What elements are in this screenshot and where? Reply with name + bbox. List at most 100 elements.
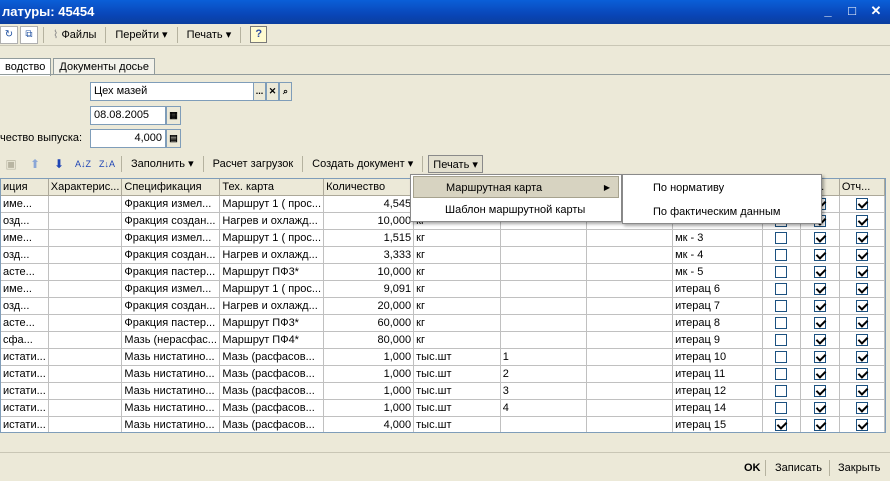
table-cell[interactable] — [48, 297, 123, 315]
table-cell[interactable]: 1,000 — [323, 348, 415, 366]
checkbox[interactable] — [775, 265, 788, 278]
move-down-icon[interactable]: ⬇ — [50, 155, 68, 173]
table-cell[interactable]: Нагрев и охлажд... — [219, 246, 325, 264]
table-cell[interactable]: Мазь нистатино... — [121, 416, 221, 432]
table-cell[interactable]: 10,000 — [323, 212, 415, 230]
table-cell[interactable]: Фракция пастер... — [121, 314, 221, 332]
table-cell[interactable]: кг — [413, 229, 501, 247]
checkbox[interactable] — [775, 401, 788, 414]
calendar-icon[interactable]: ▦ — [166, 106, 181, 125]
create-document-button[interactable]: Создать документ ▾ — [308, 155, 417, 173]
table-cell[interactable]: Нагрев и охлажд... — [219, 297, 325, 315]
table-cell[interactable]: истати... — [1, 382, 49, 400]
tab-dossier-documents[interactable]: Документы досье — [53, 58, 156, 75]
table-cell[interactable]: Фракция измел... — [121, 280, 221, 298]
table-cell[interactable]: Маршрут ПФ3* — [219, 263, 325, 281]
table-cell[interactable] — [586, 331, 674, 349]
search-icon[interactable]: ⌕ — [279, 82, 292, 101]
table-cell[interactable]: истати... — [1, 365, 49, 383]
table-cell[interactable]: 4,545 — [323, 195, 415, 213]
table-cell[interactable] — [586, 365, 674, 383]
table-cell[interactable] — [48, 195, 123, 213]
menu-item-by-norm[interactable]: По нормативу — [625, 177, 819, 199]
copy-icon[interactable]: ⧉ — [20, 25, 38, 44]
table-cell[interactable] — [500, 297, 588, 315]
table-cell[interactable]: Мазь нистатино... — [121, 348, 221, 366]
table-cell[interactable]: итерац 7 — [672, 297, 763, 315]
table-cell[interactable]: кг — [413, 246, 501, 264]
table-cell[interactable]: кг — [413, 297, 501, 315]
close-button[interactable]: Закрыть — [838, 459, 880, 477]
select-button[interactable]: ... — [253, 82, 266, 101]
checkbox[interactable] — [855, 248, 868, 261]
table-cell[interactable] — [586, 297, 674, 315]
checkbox[interactable] — [855, 299, 868, 312]
checkbox[interactable] — [775, 282, 788, 295]
table-cell[interactable]: кг — [413, 280, 501, 298]
table-cell[interactable]: 9,091 — [323, 280, 415, 298]
checkbox[interactable] — [813, 350, 826, 363]
table-cell[interactable]: итерац 6 — [672, 280, 763, 298]
table-cell[interactable] — [48, 212, 123, 230]
quantity-field[interactable]: 4,000 — [90, 129, 166, 148]
table-cell[interactable]: 80,000 — [323, 331, 415, 349]
table-row[interactable]: сфа... Мазь (нерасфас... Маршрут ПФ4* 80,00… — [1, 331, 885, 349]
table-cell[interactable]: 1,515 — [323, 229, 415, 247]
calc-load-button[interactable]: Расчет загрузок — [209, 155, 298, 173]
table-cell[interactable]: озд... — [1, 297, 49, 315]
checkbox[interactable] — [775, 367, 788, 380]
print-menu-button[interactable]: Печать ▾ — [183, 26, 236, 44]
checkbox[interactable] — [813, 248, 826, 261]
table-cell[interactable]: Мазь нистатино... — [121, 382, 221, 400]
table-row[interactable]: истати... Мазь нистатино... Мазь (расфасов… — [1, 365, 885, 383]
table-cell[interactable]: Фракция создан... — [121, 297, 221, 315]
calculator-icon[interactable]: ▤ — [166, 129, 181, 148]
table-cell[interactable]: тыс.шт — [413, 382, 501, 400]
table-cell[interactable]: истати... — [1, 348, 49, 366]
checkbox[interactable] — [855, 265, 868, 278]
table-cell[interactable]: мк - 3 — [672, 229, 763, 247]
table-cell[interactable]: Мазь нистатино... — [121, 399, 221, 417]
checkbox[interactable] — [855, 282, 868, 295]
table-row[interactable]: озд... Фракция создан... Нагрев и охлажд..… — [1, 297, 885, 315]
table-cell[interactable]: озд... — [1, 246, 49, 264]
table-cell[interactable]: Мазь (расфасов... — [219, 399, 325, 417]
table-cell[interactable]: Мазь нистатино... — [121, 365, 221, 383]
table-cell[interactable] — [48, 263, 123, 281]
checkbox[interactable] — [775, 333, 788, 346]
table-cell[interactable]: име... — [1, 280, 49, 298]
table-cell[interactable]: озд... — [1, 212, 49, 230]
table-cell[interactable]: Фракция измел... — [121, 229, 221, 247]
table-cell[interactable] — [500, 280, 588, 298]
checkbox[interactable] — [855, 197, 868, 210]
checkbox[interactable] — [855, 367, 868, 380]
table-row[interactable]: истати... Мазь нистатино... Мазь (расфасов… — [1, 416, 885, 432]
table-cell[interactable]: истати... — [1, 399, 49, 417]
table-cell[interactable]: итерац 14 — [672, 399, 763, 417]
table-cell[interactable]: Маршрут 1 ( прос... — [219, 229, 325, 247]
table-cell[interactable] — [48, 348, 123, 366]
table-row[interactable]: асте... Фракция пастер... Маршрут ПФ3* 60,0… — [1, 314, 885, 332]
checkbox[interactable] — [775, 350, 788, 363]
sort-descending-icon[interactable]: Z↓A — [98, 155, 116, 173]
table-cell[interactable]: асте... — [1, 314, 49, 332]
table-cell[interactable]: итерац 12 — [672, 382, 763, 400]
table-cell[interactable] — [500, 263, 588, 281]
table-cell[interactable]: истати... — [1, 416, 49, 432]
table-cell[interactable]: 1,000 — [323, 399, 415, 417]
goto-menu-button[interactable]: Перейти ▾ — [111, 26, 171, 44]
table-cell[interactable]: итерац 10 — [672, 348, 763, 366]
table-cell[interactable] — [48, 280, 123, 298]
table-cell[interactable]: итерац 11 — [672, 365, 763, 383]
checkbox[interactable] — [775, 316, 788, 329]
table-cell[interactable]: Маршрут ПФ3* — [219, 314, 325, 332]
table-cell[interactable]: тыс.шт — [413, 348, 501, 366]
move-up-icon[interactable]: ⬆ — [26, 155, 44, 173]
checkbox[interactable] — [775, 231, 788, 244]
table-cell[interactable] — [500, 229, 588, 247]
table-row[interactable]: име... Фракция измел... Маршрут 1 ( прос..… — [1, 280, 885, 298]
help-button[interactable]: ? — [250, 26, 268, 43]
table-row[interactable]: истати... Мазь нистатино... Мазь (расфасов… — [1, 382, 885, 400]
column-header[interactable]: Спецификация — [121, 179, 221, 196]
table-cell[interactable] — [500, 416, 588, 432]
